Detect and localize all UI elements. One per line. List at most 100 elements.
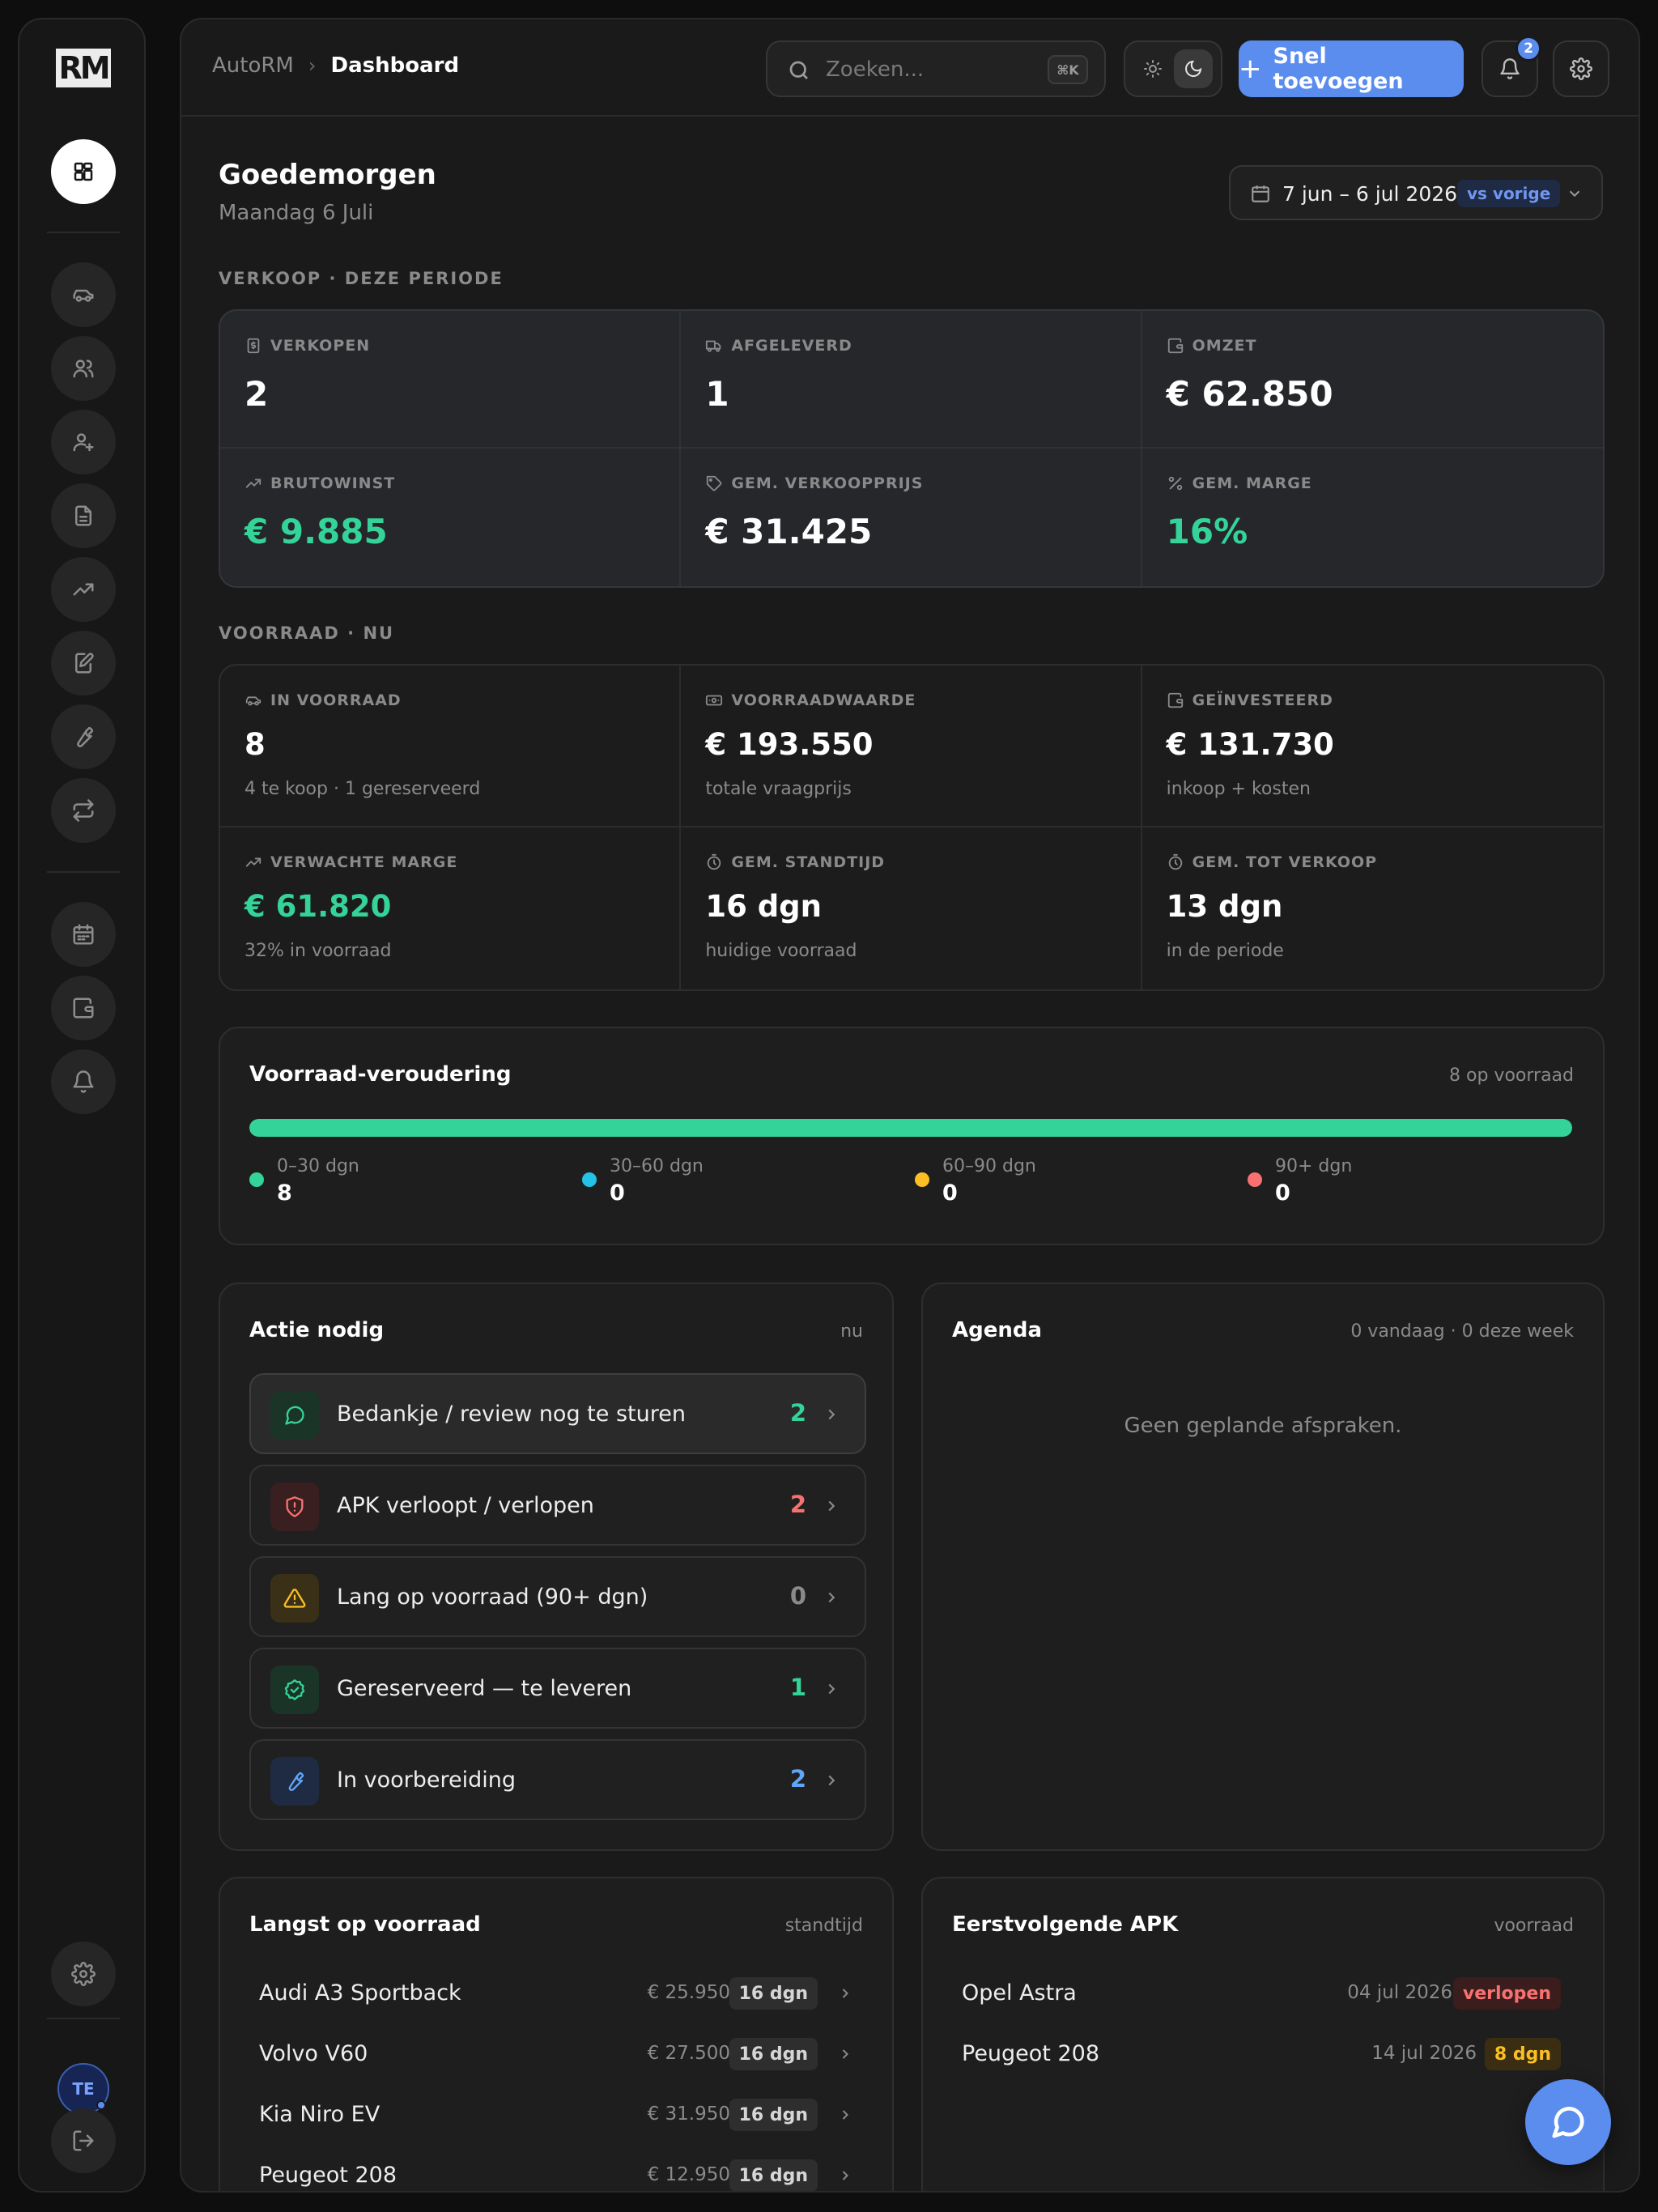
- card-meta: standtijd: [784, 1916, 863, 1936]
- apk-row[interactable]: Opel Astra 04 jul 2026 verlopen: [962, 1974, 1561, 2014]
- bucket-dot: [915, 1172, 929, 1187]
- stat-value: 16%: [1166, 512, 1248, 551]
- sidebar-item-settings[interactable]: [51, 1942, 116, 2006]
- moon-icon: [1185, 60, 1202, 77]
- sidebar-item-workshop[interactable]: [51, 704, 116, 769]
- sidebar-item-dashboard[interactable]: [51, 139, 116, 204]
- search-icon: [789, 61, 808, 79]
- sidebar-item-reports[interactable]: [51, 557, 116, 622]
- warning-icon: [283, 1589, 306, 1608]
- stat-value: € 9.885: [244, 512, 388, 551]
- stat-value: € 131.730: [1166, 727, 1334, 762]
- vehicle-name: Kia Niro EV: [259, 2102, 380, 2127]
- wallet-icon: [1167, 338, 1183, 354]
- date-range-picker[interactable]: 7 jun – 6 jul 2026 vs vorige: [1229, 165, 1603, 220]
- sidebar-item-customers[interactable]: [51, 336, 116, 401]
- stat-value: 1: [705, 374, 729, 414]
- repeat-icon: [73, 799, 94, 822]
- aging-progress-fill: [249, 1119, 1572, 1137]
- wrench-icon: [77, 726, 94, 747]
- sidebar-item-leads[interactable]: [51, 410, 116, 474]
- stat-sub: inkoop + kosten: [1166, 779, 1311, 799]
- theme-toggle: [1124, 40, 1222, 97]
- sidebar-item-trade-in[interactable]: [51, 778, 116, 843]
- chevron-right-icon: [828, 1592, 835, 1603]
- stat-avg-margin: GEM. MARGE 16%: [1142, 449, 1603, 586]
- action-label: APK verloopt / verlopen: [337, 1493, 594, 1518]
- days-badge: 16 dgn: [729, 1977, 818, 2010]
- vehicle-name: Audi A3 Sportback: [259, 1980, 461, 2006]
- stat-sub: in de periode: [1166, 941, 1284, 961]
- stat-value: € 61.820: [244, 889, 392, 924]
- stock-row[interactable]: Peugeot 208 € 12.950 16 dgn: [259, 2156, 858, 2191]
- wrench-icon: [288, 1772, 304, 1791]
- user-avatar[interactable]: TE: [57, 2063, 109, 2115]
- action-icon-wrap: [270, 1482, 319, 1531]
- stock-aging-card: Voorraad-veroudering 8 op voorraad 0–30 …: [219, 1027, 1605, 1245]
- stat-label: VOORRAADWAARDE: [731, 691, 916, 709]
- breadcrumb-root[interactable]: AutoRM: [212, 53, 294, 78]
- chevron-right-icon: [828, 1500, 835, 1512]
- action-item-long-stock[interactable]: Lang op voorraad (90+ dgn) 0: [249, 1556, 866, 1637]
- search-input[interactable]: Zoeken... ⌘K: [766, 40, 1106, 97]
- quick-add-button[interactable]: + Snel toevoegen: [1239, 40, 1464, 97]
- bucket-label: 30–60 dgn: [610, 1156, 704, 1176]
- stat-label: VERWACHTE MARGE: [270, 853, 458, 871]
- chat-button[interactable]: [1525, 2079, 1611, 2165]
- sidebar-item-calendar[interactable]: [51, 902, 116, 967]
- stat-sub: totale vraagprijs: [705, 779, 852, 799]
- breadcrumb-current: Dashboard: [330, 53, 460, 78]
- action-label: Lang op voorraad (90+ dgn): [337, 1585, 648, 1610]
- stat-sub: huidige voorraad: [705, 941, 857, 961]
- stat-avg-stand-time: GEM. STANDTIJD 16 dgn huidige voorraad: [681, 827, 1142, 989]
- stat-revenue: OMZET € 62.850: [1141, 311, 1603, 449]
- sidebar-item-documents[interactable]: [51, 483, 116, 548]
- apk-row[interactable]: Peugeot 208 14 jul 2026 8 dgn: [962, 2035, 1561, 2075]
- settings-button[interactable]: [1553, 40, 1609, 97]
- sidebar-item-contracts[interactable]: [51, 631, 116, 696]
- stat-delivered: AFGELEVERD 1: [681, 311, 1142, 449]
- settings-icon: [1570, 57, 1592, 80]
- stat-sales-count: VERKOPEN 2: [220, 311, 682, 449]
- stock-row[interactable]: Volvo V60 € 27.500 16 dgn: [259, 2035, 858, 2075]
- dark-mode-button[interactable]: [1174, 49, 1213, 88]
- dollar-doc-icon: [247, 338, 260, 354]
- action-item-reserved[interactable]: Gereserveerd — te leveren 1: [249, 1648, 866, 1729]
- stock-row[interactable]: Kia Niro EV € 31.950 16 dgn: [259, 2095, 858, 2136]
- next-apk-card: Eerstvolgende APK voorraad Opel Astra 04…: [921, 1877, 1605, 2191]
- sidebar-item-finance[interactable]: [51, 976, 116, 1040]
- vehicle-price: € 12.950: [647, 2164, 730, 2185]
- online-status-dot: [96, 2100, 106, 2110]
- user-plus-icon: [73, 433, 94, 452]
- light-mode-button[interactable]: [1133, 49, 1172, 88]
- chevron-right-icon: [828, 1683, 835, 1695]
- percent-icon: [1168, 476, 1182, 491]
- stat-label: IN VOORRAAD: [270, 691, 402, 709]
- compare-badge: vs vorige: [1457, 180, 1561, 207]
- plus-icon: +: [1239, 53, 1262, 85]
- action-item-preparation[interactable]: In voorbereiding 2: [249, 1739, 866, 1820]
- sidebar-item-vehicles[interactable]: [51, 262, 116, 327]
- vehicle-price: € 27.500: [647, 2043, 730, 2064]
- logout-button[interactable]: [51, 2108, 116, 2173]
- sidebar-item-notifications[interactable]: [51, 1049, 116, 1114]
- stat-stock-value: VOORRAADWAARDE € 193.550 totale vraagpri…: [681, 666, 1142, 827]
- longest-in-stock-card: Langst op voorraad standtijd Audi A3 Spo…: [219, 1877, 894, 2191]
- action-count: 1: [789, 1674, 806, 1701]
- sun-icon: [1144, 60, 1162, 78]
- calendar-icon: [1252, 185, 1269, 202]
- bucket-label: 90+ dgn: [1275, 1156, 1353, 1176]
- card-title: Eerstvolgende APK: [952, 1912, 1179, 1937]
- app-logo[interactable]: RM: [56, 49, 111, 87]
- vehicle-name: Volvo V60: [259, 2041, 368, 2066]
- action-item-apk[interactable]: APK verloopt / verlopen 2: [249, 1465, 866, 1546]
- stock-row[interactable]: Audi A3 Sportback € 25.950 16 dgn: [259, 1974, 858, 2014]
- days-badge: 16 dgn: [729, 2038, 818, 2070]
- stat-value: 13 dgn: [1166, 889, 1283, 924]
- tag-icon: [707, 475, 722, 491]
- breadcrumb-separator-icon: ›: [308, 54, 317, 77]
- stat-in-stock: IN VOORRAAD 8 4 te koop · 1 gereserveerd: [220, 666, 682, 827]
- bucket-value: 0: [610, 1180, 625, 1206]
- action-item-review[interactable]: Bedankje / review nog te sturen 2: [249, 1373, 866, 1454]
- car-icon: [245, 696, 261, 706]
